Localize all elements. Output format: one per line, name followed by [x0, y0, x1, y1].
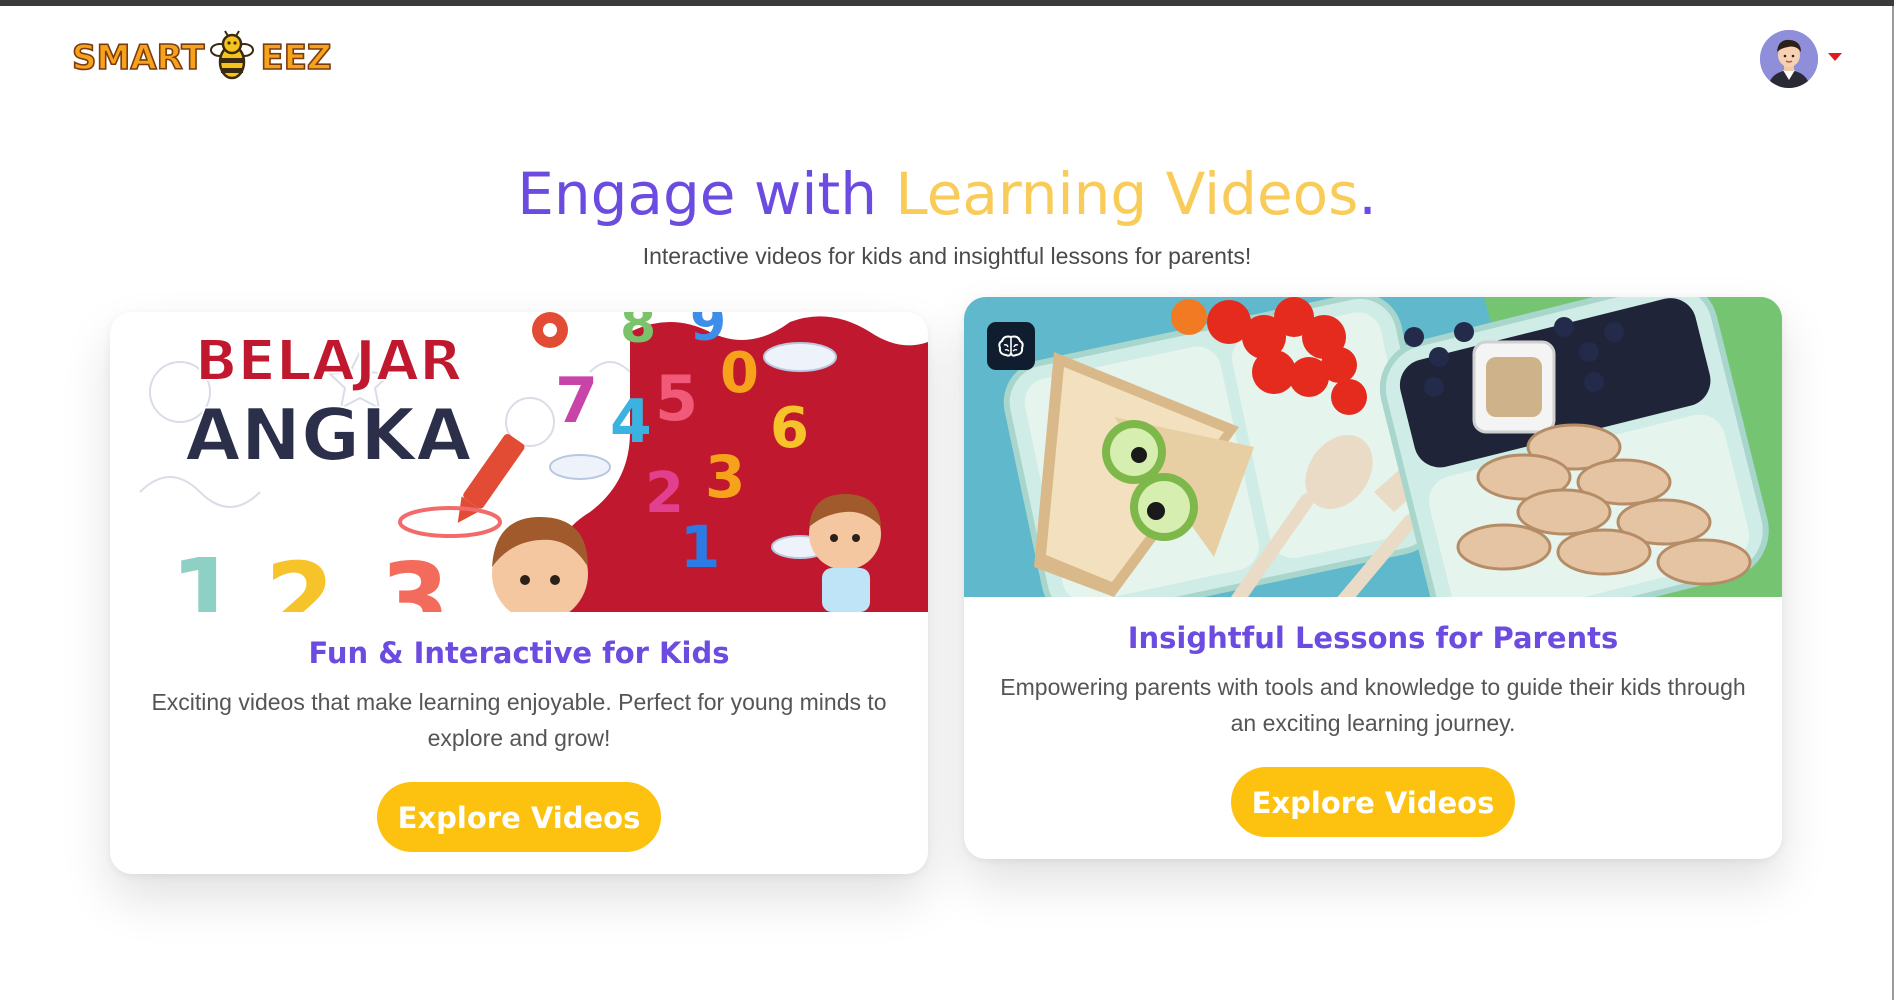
explore-parents-videos-button[interactable]: Explore Videos	[1231, 767, 1515, 837]
kids-image-text-1: BELAJAR	[195, 329, 462, 394]
parents-card-image-wrap	[964, 297, 1782, 597]
svg-text:2: 2	[645, 461, 684, 526]
parents-card-description: Empowering parents with tools and knowle…	[1000, 674, 1746, 736]
user-menu[interactable]	[1760, 30, 1842, 88]
brain-icon	[987, 322, 1035, 370]
bee-icon	[210, 30, 255, 80]
logo-text-eez: EEZ	[260, 37, 333, 79]
logo-text-smart: SMART	[71, 37, 205, 79]
svg-text:2: 2	[265, 541, 335, 612]
kids-card-description: Exciting videos that make learning enjoy…	[151, 689, 887, 751]
title-part-learning-videos: Learning Videos	[895, 160, 1359, 228]
browser-top-border	[0, 0, 1894, 6]
kids-card-image: BELAJAR ANGKA 8 9 0 7 4 5 6 2 3 1 1 2 3	[110, 312, 928, 612]
explore-kids-videos-button[interactable]: Explore Videos	[377, 782, 661, 852]
kids-image-text-2: ANGKA	[185, 393, 472, 477]
svg-text:1: 1	[680, 513, 720, 581]
parents-card-image	[964, 297, 1782, 597]
svg-text:8: 8	[620, 312, 656, 355]
parents-lessons-card: Insightful Lessons for Parents Empowerin…	[964, 297, 1782, 859]
svg-text:3: 3	[380, 541, 450, 612]
svg-text:3: 3	[705, 443, 745, 511]
page-title: Engage with Learning Videos.	[0, 158, 1894, 230]
user-avatar-icon[interactable]	[1760, 30, 1818, 88]
kids-card-title: Fun & Interactive for Kids	[308, 636, 730, 670]
svg-text:4: 4	[610, 387, 652, 457]
caret-down-icon[interactable]	[1828, 53, 1842, 61]
kids-videos-card: BELAJAR ANGKA 8 9 0 7 4 5 6 2 3 1 1 2 3	[110, 312, 928, 874]
svg-text:5: 5	[655, 362, 698, 435]
title-part-period: .	[1358, 160, 1377, 228]
svg-text:7: 7	[555, 364, 598, 437]
svg-text:1: 1	[170, 537, 240, 612]
parents-card-title: Insightful Lessons for Parents	[1127, 621, 1619, 655]
title-part-engage: Engage with	[517, 160, 896, 228]
page-subtitle: Interactive videos for kids and insightf…	[642, 243, 1252, 269]
brand-logo[interactable]: SMART EEZ	[71, 28, 333, 88]
svg-text:6: 6	[770, 396, 809, 461]
svg-text:0: 0	[720, 341, 759, 406]
